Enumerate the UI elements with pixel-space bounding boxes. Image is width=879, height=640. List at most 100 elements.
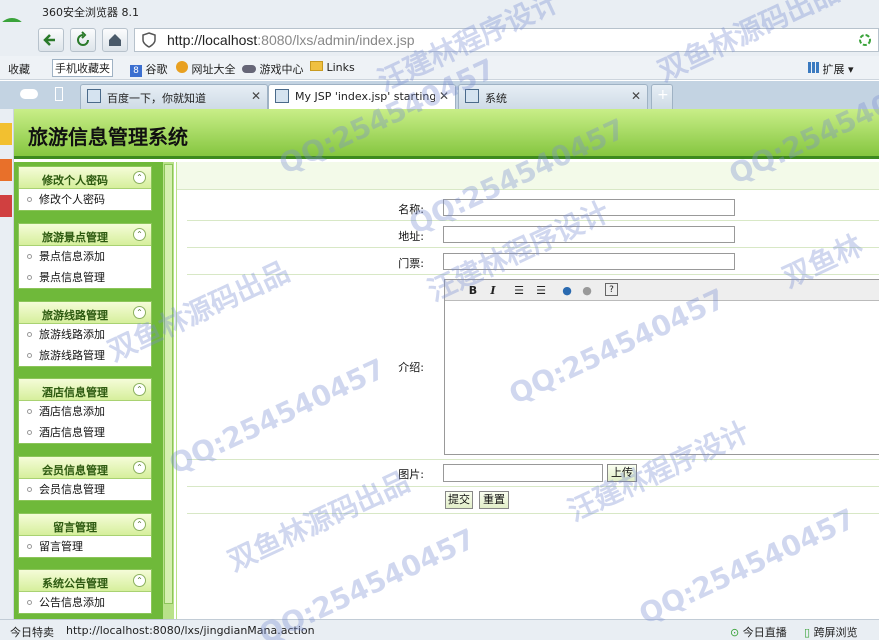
tab-jsp[interactable]: My JSP 'index.jsp' starting p ✕ — [268, 84, 456, 109]
bookmark-sites[interactable]: 网址大全 — [176, 61, 236, 77]
bookmark-favorites[interactable]: 收藏 — [8, 61, 30, 77]
sidebar-group-header[interactable]: 酒店信息管理 ⌃ — [19, 379, 151, 401]
back-button[interactable] — [38, 28, 64, 52]
collapse-icon[interactable]: ⌃ — [133, 383, 146, 396]
main-content: 名称: 地址: 门票: 介绍: B I ☰ ☰ ● ● ? 图片: 上传 提交 … — [176, 162, 879, 619]
phone-icon[interactable] — [55, 87, 63, 101]
bookmark-google-label: 谷歌 — [145, 63, 168, 76]
status-bar: 今日特卖 http://localhost:8080/lxs/jingdianM… — [0, 619, 879, 640]
reset-button[interactable]: 重置 — [479, 491, 509, 509]
sidebar-group-routes: 旅游线路管理 ⌃ 旅游线路添加 旅游线路管理 — [18, 301, 152, 367]
extend-button[interactable]: 扩展 ▾ — [808, 61, 854, 77]
side-icon[interactable] — [0, 159, 12, 181]
sidebar-item-add-notice[interactable]: 公告信息添加 — [19, 592, 151, 613]
page-icon — [465, 89, 479, 103]
browser-side-strip — [0, 109, 14, 619]
collapse-icon[interactable]: ⌃ — [133, 574, 146, 587]
sidebar-group-members: 会员信息管理 ⌃ 会员信息管理 — [18, 456, 152, 501]
form-row-image: 图片: 上传 — [187, 460, 879, 487]
form-header — [177, 162, 879, 190]
close-icon[interactable]: ✕ — [439, 89, 449, 103]
address-bar[interactable]: http://localhost:8080/lxs/admin/index.js… — [134, 28, 879, 52]
cloud-icon[interactable] — [20, 89, 38, 99]
sidebar-item-manage-member[interactable]: 会员信息管理 — [19, 479, 151, 500]
ticket-input[interactable] — [443, 253, 735, 270]
side-icon[interactable] — [0, 195, 12, 217]
tab-system[interactable]: 系统 ✕ — [458, 84, 648, 109]
grid-icon — [808, 62, 819, 73]
sidebar-group-header[interactable]: 旅游线路管理 ⌃ — [19, 302, 151, 324]
close-icon[interactable]: ✕ — [631, 89, 641, 103]
sidebar-item-label: 酒店信息添加 — [39, 405, 105, 418]
collapse-icon[interactable]: ⌃ — [133, 228, 146, 241]
sidebar-item-label: 酒店信息管理 — [39, 426, 105, 439]
sidebar-scrollbar[interactable] — [162, 162, 174, 619]
google-icon: 8 — [130, 65, 142, 77]
sidebar-item-label: 景点信息管理 — [39, 271, 105, 284]
unlink-icon[interactable]: ● — [579, 283, 595, 298]
sidebar-group-notices: 系统公告管理 ⌃ 公告信息添加 — [18, 569, 152, 614]
name-label: 名称: — [398, 203, 424, 216]
sidebar-group-header[interactable]: 旅游景点管理 ⌃ — [19, 224, 151, 246]
sidebar-item-manage-route[interactable]: 旅游线路管理 — [19, 345, 151, 366]
bold-icon[interactable]: B — [465, 283, 481, 298]
page-icon — [275, 89, 289, 103]
ordered-list-icon[interactable]: ☰ — [511, 283, 527, 298]
sidebar-item-add-route[interactable]: 旅游线路添加 — [19, 324, 151, 345]
image-path-input[interactable] — [443, 464, 603, 482]
close-icon[interactable]: ✕ — [251, 89, 261, 103]
tab-baidu[interactable]: 百度一下，你就知道 ✕ — [80, 84, 268, 109]
bullet-icon — [27, 197, 32, 202]
home-button[interactable] — [102, 28, 128, 52]
bookmark-games[interactable]: 游戏中心 — [242, 61, 304, 77]
extend-label: 扩展 — [822, 63, 845, 76]
editor-toolbar: B I ☰ ☰ ● ● ? — [445, 280, 879, 301]
sidebar-item-change-password[interactable]: 修改个人密码 — [19, 189, 151, 210]
status-deals[interactable]: 今日特卖 — [10, 624, 54, 640]
sidebar-item-manage-hotel[interactable]: 酒店信息管理 — [19, 422, 151, 443]
sidebar-item-manage-message[interactable]: 留言管理 — [19, 536, 151, 557]
shield-icon — [142, 32, 156, 48]
scrollbar-thumb[interactable] — [164, 164, 173, 604]
collapse-icon[interactable]: ⌃ — [133, 306, 146, 319]
refresh-button[interactable] — [70, 28, 96, 52]
form-row-address: 地址: — [187, 221, 879, 248]
italic-icon[interactable]: I — [485, 283, 501, 298]
name-input[interactable] — [443, 199, 735, 216]
upload-button[interactable]: 上传 — [607, 464, 637, 482]
ticket-label: 门票: — [398, 257, 424, 270]
rich-text-editor[interactable]: B I ☰ ☰ ● ● ? — [444, 279, 879, 455]
sites-icon — [176, 61, 188, 73]
sidebar-item-add-hotel[interactable]: 酒店信息添加 — [19, 401, 151, 422]
collapse-icon[interactable]: ⌃ — [133, 461, 146, 474]
sidebar-group-attractions: 旅游景点管理 ⌃ 景点信息添加 景点信息管理 — [18, 223, 152, 289]
bookmark-links[interactable]: Links — [310, 61, 355, 74]
sidebar-group-header[interactable]: 系统公告管理 ⌃ — [19, 570, 151, 592]
bookmark-mobile[interactable]: 手机收藏夹 — [52, 59, 113, 77]
sidebar-item-label: 修改个人密码 — [39, 193, 105, 206]
sidebar-group-header[interactable]: 会员信息管理 ⌃ — [19, 457, 151, 479]
address-input[interactable] — [443, 226, 735, 243]
sidebar-group-header[interactable]: 修改个人密码 ⌃ — [19, 167, 151, 189]
link-icon[interactable]: ● — [559, 283, 575, 298]
bookmark-google[interactable]: 8 谷歌 — [130, 61, 168, 77]
help-icon[interactable]: ? — [605, 283, 618, 296]
navigation-bar: http://localhost:8080/lxs/admin/index.js… — [0, 22, 879, 56]
status-live[interactable]: ⊙ 今日直播 — [730, 624, 787, 640]
collapse-icon[interactable]: ⌃ — [133, 518, 146, 531]
status-split[interactable]: ▯ 跨屏浏览 — [804, 624, 858, 640]
sidebar-group-hotels: 酒店信息管理 ⌃ 酒店信息添加 酒店信息管理 — [18, 378, 152, 444]
sidebar-group-title: 留言管理 — [53, 521, 97, 534]
unordered-list-icon[interactable]: ☰ — [533, 283, 549, 298]
collapse-icon[interactable]: ⌃ — [133, 171, 146, 184]
sidebar-item-add-attraction[interactable]: 景点信息添加 — [19, 246, 151, 267]
sidebar-group-title: 旅游线路管理 — [42, 309, 108, 322]
bookmark-games-label: 游戏中心 — [259, 63, 304, 76]
sidebar-group-header[interactable]: 留言管理 ⌃ — [19, 514, 151, 536]
back-arrow-icon — [43, 34, 55, 46]
sidebar-item-label: 旅游线路管理 — [39, 349, 105, 362]
side-icon[interactable] — [0, 123, 12, 145]
sidebar-item-manage-attraction[interactable]: 景点信息管理 — [19, 267, 151, 288]
new-tab-button[interactable]: + — [651, 84, 673, 109]
submit-button[interactable]: 提交 — [445, 491, 473, 509]
